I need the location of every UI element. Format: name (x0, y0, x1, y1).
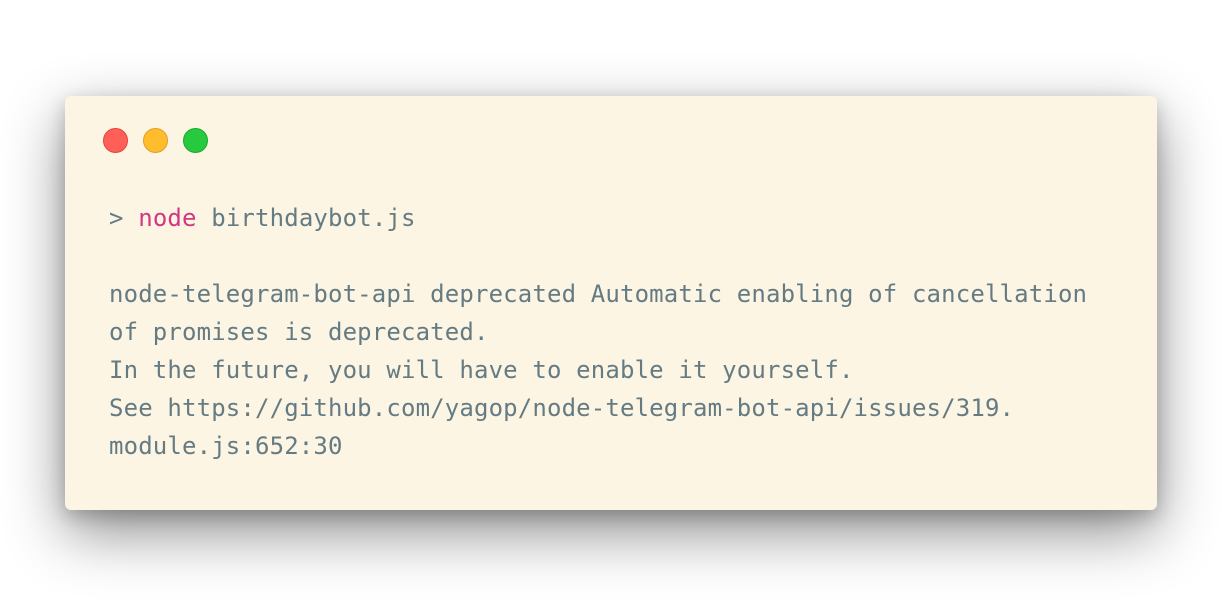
command-argument: birthdaybot.js (211, 204, 416, 232)
output-line: module.js:652:30 (109, 432, 343, 460)
maximize-button[interactable] (183, 128, 208, 153)
output-line: In the future, you will have to enable i… (109, 356, 854, 384)
command-keyword: node (138, 204, 197, 232)
terminal-window: > node birthdaybot.js node-telegram-bot-… (65, 96, 1157, 510)
close-button[interactable] (103, 128, 128, 153)
output-line: of promises is deprecated. (109, 318, 489, 346)
command-line: > node birthdaybot.js (109, 199, 1117, 237)
minimize-button[interactable] (143, 128, 168, 153)
output-line: node-telegram-bot-api deprecated Automat… (109, 280, 1088, 308)
terminal-content: > node birthdaybot.js node-telegram-bot-… (109, 199, 1117, 465)
prompt-symbol: > (109, 204, 124, 232)
stage: > node birthdaybot.js node-telegram-bot-… (0, 0, 1222, 608)
output-line: See https://github.com/yagop/node-telegr… (109, 394, 1015, 422)
window-controls (103, 128, 208, 153)
